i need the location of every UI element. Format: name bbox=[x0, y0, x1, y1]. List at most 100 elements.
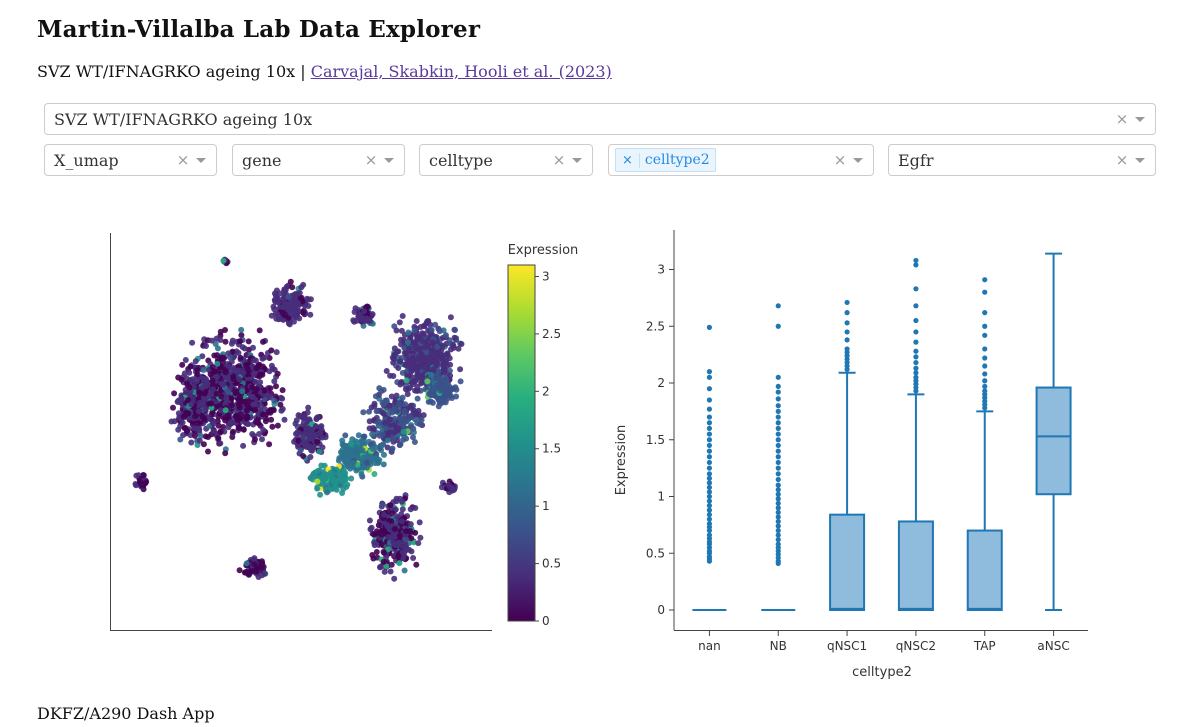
umap-point bbox=[396, 400, 402, 407]
umap-point bbox=[406, 546, 413, 553]
umap-point bbox=[386, 402, 393, 409]
y-tick-label: 2 bbox=[657, 376, 665, 390]
umap-point bbox=[336, 470, 343, 477]
umap-point bbox=[171, 390, 178, 397]
clear-icon[interactable]: × bbox=[550, 151, 568, 169]
umap-point bbox=[380, 558, 387, 565]
group-multiselect[interactable]: × celltype2 × bbox=[608, 144, 874, 176]
umap-point bbox=[421, 323, 428, 330]
umap-point bbox=[261, 354, 268, 361]
box-TAP[interactable] bbox=[966, 277, 1003, 611]
umap-point bbox=[268, 347, 275, 354]
umap-point bbox=[181, 425, 188, 432]
umap-point bbox=[322, 475, 329, 482]
clear-icon[interactable]: × bbox=[362, 151, 380, 169]
umap-point bbox=[427, 354, 434, 361]
umap-point bbox=[298, 284, 305, 291]
umap-point bbox=[230, 376, 237, 383]
umap-point bbox=[369, 552, 376, 558]
box-plot[interactable]: 0 0.5 1 1.5 2 2.5 3 nan NB qNSC1 qNSC2 TAP aNSC Exp… bbox=[600, 225, 1200, 695]
outlier-point bbox=[775, 509, 781, 515]
box-body bbox=[829, 513, 866, 611]
box-NB[interactable] bbox=[761, 303, 796, 611]
umap-point bbox=[274, 311, 281, 318]
chevron-down-icon[interactable] bbox=[853, 157, 863, 163]
umap-point bbox=[258, 403, 264, 410]
box-qNSC1[interactable] bbox=[829, 299, 866, 611]
umap-point bbox=[404, 391, 411, 398]
box-qNSC2[interactable] bbox=[897, 257, 934, 611]
umap-point bbox=[249, 431, 256, 437]
chevron-down-icon[interactable] bbox=[572, 157, 582, 163]
umap-point bbox=[397, 358, 403, 365]
publication-link[interactable]: Carvajal, Skabkin, Hooli et al. (2023) bbox=[311, 62, 612, 81]
y-tick-label: 1.5 bbox=[646, 433, 665, 447]
umap-point bbox=[294, 299, 301, 306]
outlier-point bbox=[706, 521, 713, 527]
outlier-point bbox=[913, 339, 919, 345]
clear-icon[interactable]: × bbox=[174, 151, 192, 169]
umap-point bbox=[307, 429, 314, 436]
box-aNSC[interactable] bbox=[1035, 252, 1072, 611]
outlier-point bbox=[775, 537, 781, 543]
umap-point bbox=[217, 440, 224, 447]
umap-point bbox=[207, 371, 214, 378]
umap-point bbox=[404, 339, 411, 346]
umap-point bbox=[252, 357, 259, 364]
umap-point bbox=[458, 341, 465, 347]
outlier-point bbox=[706, 369, 713, 375]
umap-point bbox=[406, 347, 413, 354]
umap-point bbox=[245, 338, 252, 345]
umap-point bbox=[243, 560, 250, 567]
umap-point bbox=[381, 451, 387, 458]
outlier-point bbox=[775, 482, 781, 488]
tag-remove-icon[interactable]: × bbox=[616, 152, 640, 168]
umap-point bbox=[360, 409, 367, 416]
x-axis: nan NB qNSC1 qNSC2 TAP aNSC bbox=[674, 630, 1088, 653]
gene-dropdown[interactable]: Egfr × bbox=[888, 144, 1156, 176]
box-nan[interactable] bbox=[692, 324, 727, 611]
umap-point bbox=[238, 326, 245, 333]
outlier-point bbox=[775, 518, 781, 525]
color-by-dropdown[interactable]: gene × bbox=[232, 144, 405, 176]
umap-point bbox=[410, 425, 417, 432]
clear-icon[interactable]: × bbox=[1113, 151, 1131, 169]
chevron-down-icon[interactable] bbox=[1135, 116, 1145, 122]
y-tick-label: 0 bbox=[657, 603, 665, 617]
outlier-point bbox=[775, 437, 781, 443]
umap-point bbox=[358, 471, 365, 478]
embedding-dropdown[interactable]: X_umap × bbox=[44, 144, 217, 176]
umap-point bbox=[287, 278, 294, 285]
umap-point bbox=[342, 476, 349, 483]
clear-icon[interactable]: × bbox=[831, 151, 849, 169]
outlier-point bbox=[706, 465, 713, 471]
x-tick-label: NB bbox=[770, 639, 787, 653]
umap-point bbox=[211, 352, 218, 359]
umap-point bbox=[342, 432, 349, 439]
umap-point bbox=[402, 418, 409, 425]
obs-field-dropdown[interactable]: celltype × bbox=[419, 144, 593, 176]
umap-point bbox=[329, 470, 336, 477]
umap-point bbox=[405, 329, 412, 336]
dataset-dropdown[interactable]: SVZ WT/IFNAGRKO ageing 10x × bbox=[44, 103, 1156, 135]
chevron-down-icon[interactable] bbox=[384, 157, 394, 163]
umap-point bbox=[274, 422, 281, 429]
umap-point bbox=[413, 318, 420, 324]
chevron-down-icon[interactable] bbox=[1135, 157, 1145, 163]
outlier-point bbox=[775, 527, 781, 534]
gene-dropdown-value: Egfr bbox=[898, 150, 934, 170]
umap-point bbox=[399, 394, 406, 401]
outlier-point bbox=[913, 374, 919, 380]
umap-plot[interactable]: Expression 0 0.5 1 1.5 2 2.5 3 bbox=[0, 225, 600, 645]
umap-point bbox=[175, 426, 182, 433]
umap-point bbox=[415, 540, 422, 547]
umap-point bbox=[405, 358, 412, 365]
umap-point bbox=[259, 436, 265, 443]
outlier-point bbox=[775, 459, 781, 466]
outlier-point bbox=[775, 303, 781, 309]
y-tick-label: 2.5 bbox=[646, 319, 665, 333]
umap-point bbox=[295, 308, 301, 315]
umap-point bbox=[423, 349, 430, 356]
clear-icon[interactable]: × bbox=[1113, 110, 1131, 128]
chevron-down-icon[interactable] bbox=[196, 157, 206, 163]
